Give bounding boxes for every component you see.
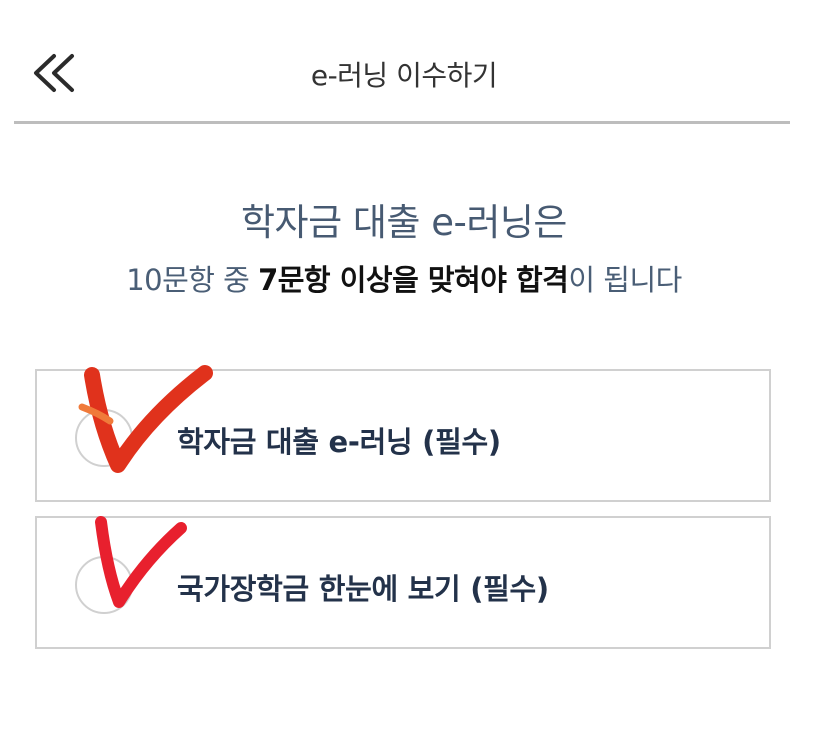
- course-item-label: 학자금 대출 e-러닝 (필수): [177, 425, 501, 459]
- intro-subtext-part3: 이 됩니다: [568, 263, 682, 297]
- header-divider: [14, 121, 790, 124]
- intro-subtext-emphasis: 7문항 이상을 맞혀야 합격: [258, 263, 569, 297]
- course-item-scholarship-overview[interactable]: 국가장학금 한눈에 보기 (필수): [35, 516, 771, 649]
- app-header: e-러닝 이수하기: [0, 0, 828, 124]
- radio-button[interactable]: [75, 556, 133, 614]
- intro-subtext: 10문항 중 7문항 이상을 맞혀야 합격이 됩니다: [0, 257, 808, 299]
- intro-subtext-part1: 10문항 중: [126, 263, 259, 297]
- page-title: e-러닝 이수하기: [310, 59, 498, 92]
- course-item-loan-elearning[interactable]: 학자금 대출 e-러닝 (필수): [35, 369, 771, 502]
- radio-button[interactable]: [75, 409, 133, 467]
- course-item-label: 국가장학금 한눈에 보기 (필수): [177, 572, 549, 606]
- intro-heading: 학자금 대출 e-러닝은: [241, 201, 567, 244]
